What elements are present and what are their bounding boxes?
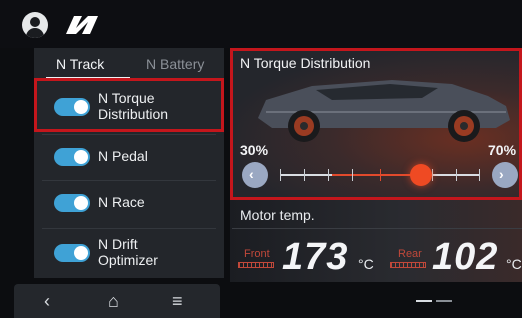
item-label: N Race: [98, 194, 145, 210]
list-item-pedal[interactable]: N Pedal: [34, 134, 224, 184]
tab-n-track[interactable]: N Track: [56, 56, 104, 72]
temp-unit: °C: [358, 256, 374, 272]
item-label: N Drift Optimizer: [98, 236, 158, 268]
tab-bar: N Track N Battery: [34, 48, 224, 79]
back-icon[interactable]: ‹: [44, 291, 50, 312]
temp-unit: °C: [506, 256, 522, 272]
motor-temp-title: Motor temp.: [240, 207, 315, 223]
n-brand-logo: [66, 16, 98, 34]
menu-icon[interactable]: ≡: [172, 291, 183, 312]
item-label: N Pedal: [98, 148, 148, 164]
page-indicator: [436, 300, 452, 302]
divider: [232, 228, 522, 229]
front-temp-gauge: [238, 262, 274, 268]
person-icon[interactable]: [22, 12, 48, 38]
home-icon[interactable]: ⌂: [108, 291, 119, 312]
front-temp-value: 173: [282, 236, 349, 278]
toggle-switch[interactable]: [54, 148, 90, 166]
rear-temp-gauge: [390, 262, 426, 268]
front-label: Front: [244, 248, 270, 260]
top-bar: [0, 0, 522, 48]
torque-card-highlight: [230, 48, 522, 200]
selected-item-highlight: [34, 78, 224, 132]
tab-n-battery[interactable]: N Battery: [146, 56, 204, 72]
list-item-race[interactable]: N Race: [34, 180, 224, 230]
list-item-drift-optimizer[interactable]: N Drift Optimizer: [34, 228, 224, 278]
toggle-switch[interactable]: [54, 244, 90, 262]
toggle-switch[interactable]: [54, 194, 90, 212]
rear-temp-value: 102: [432, 236, 499, 278]
page-indicator-active: [416, 300, 432, 302]
rear-label: Rear: [398, 248, 422, 260]
